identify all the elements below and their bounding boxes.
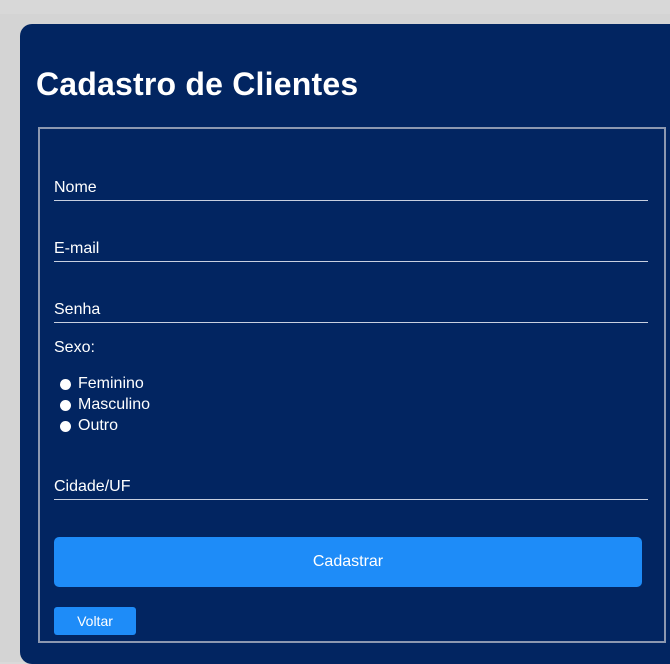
senha-input[interactable] bbox=[54, 298, 648, 323]
radio-feminino[interactable]: Feminino bbox=[60, 374, 144, 394]
email-input[interactable] bbox=[54, 237, 648, 262]
radio-label-feminino: Feminino bbox=[78, 375, 144, 392]
form-fieldset: Sexo: Feminino Masculino Outro Cadastrar… bbox=[38, 127, 666, 643]
voltar-button[interactable]: Voltar bbox=[54, 607, 136, 635]
cidade-uf-input[interactable] bbox=[54, 475, 648, 500]
radio-label-masculino: Masculino bbox=[78, 396, 151, 413]
radio-button-icon[interactable] bbox=[60, 378, 71, 390]
nome-input[interactable] bbox=[54, 176, 648, 201]
radio-label-outro: Outro bbox=[78, 417, 119, 434]
radio-masculino[interactable]: Masculino bbox=[60, 395, 150, 415]
radio-outro[interactable]: Outro bbox=[60, 416, 118, 436]
cadastrar-button[interactable]: Cadastrar bbox=[54, 537, 642, 587]
form-card: Cadastro de Clientes Sexo: Feminino Masc… bbox=[20, 24, 670, 664]
top-strip bbox=[0, 0, 670, 14]
page-title: Cadastro de Clientes bbox=[36, 66, 359, 102]
radio-button-icon[interactable] bbox=[60, 420, 71, 432]
sexo-label: Sexo: bbox=[54, 339, 95, 356]
radio-button-icon[interactable] bbox=[60, 399, 71, 411]
